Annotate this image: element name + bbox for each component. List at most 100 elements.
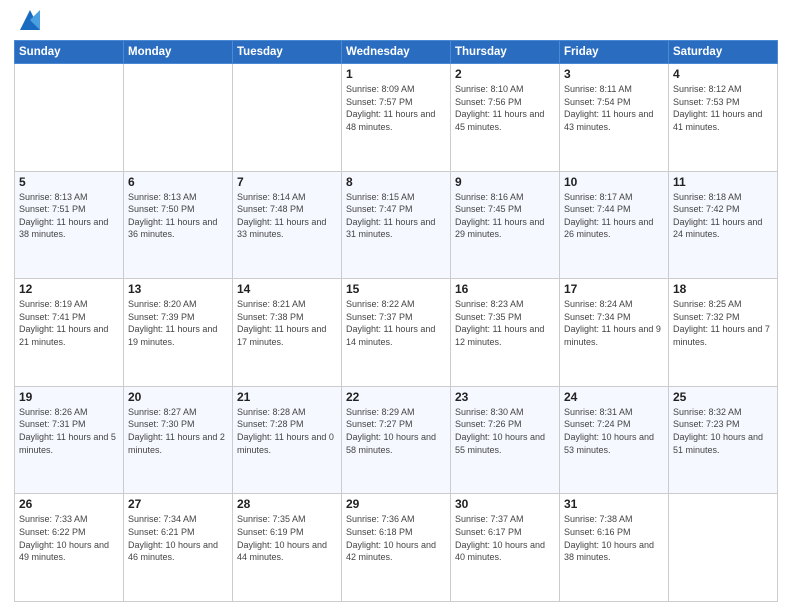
day-number: 30 bbox=[455, 497, 555, 511]
calendar-cell: 10 Sunrise: 8:17 AM Sunset: 7:44 PM Dayli… bbox=[560, 171, 669, 279]
calendar-cell: 18 Sunrise: 8:25 AM Sunset: 7:32 PM Dayli… bbox=[669, 279, 778, 387]
day-info: Sunrise: 8:18 AM Sunset: 7:42 PM Dayligh… bbox=[673, 191, 773, 241]
day-info: Sunrise: 8:24 AM Sunset: 7:34 PM Dayligh… bbox=[564, 298, 664, 348]
calendar-cell: 17Sunrise: 8:24 AM Sunset: 7:34 PM Dayli… bbox=[560, 279, 669, 387]
calendar-day-header: Sunday bbox=[15, 41, 124, 64]
day-info: Sunrise: 7:38 AM Sunset: 6:16 PM Dayligh… bbox=[564, 513, 664, 563]
calendar-cell: 1 Sunrise: 8:09 AM Sunset: 7:57 PM Daylig… bbox=[342, 64, 451, 172]
calendar-day-header: Friday bbox=[560, 41, 669, 64]
calendar-cell: 16 Sunrise: 8:23 AM Sunset: 7:35 PM Dayli… bbox=[451, 279, 560, 387]
calendar-cell bbox=[15, 64, 124, 172]
calendar-week-row: 19 Sunrise: 8:26 AM Sunset: 7:31 PM Dayli… bbox=[15, 386, 778, 494]
calendar-cell: 31 Sunrise: 7:38 AM Sunset: 6:16 PM Dayli… bbox=[560, 494, 669, 602]
day-number: 25 bbox=[673, 390, 773, 404]
calendar-cell: 5Sunrise: 8:13 AM Sunset: 7:51 PM Daylig… bbox=[15, 171, 124, 279]
calendar-cell: 8 Sunrise: 8:15 AM Sunset: 7:47 PM Daylig… bbox=[342, 171, 451, 279]
day-number: 15 bbox=[346, 282, 446, 296]
calendar-cell bbox=[233, 64, 342, 172]
day-info: Sunrise: 7:34 AM Sunset: 6:21 PM Dayligh… bbox=[128, 513, 228, 563]
day-number: 9 bbox=[455, 175, 555, 189]
day-info: Sunrise: 8:19 AM Sunset: 7:41 PM Dayligh… bbox=[19, 298, 119, 348]
day-number: 6 bbox=[128, 175, 228, 189]
day-info: Sunrise: 8:16 AM Sunset: 7:45 PM Dayligh… bbox=[455, 191, 555, 241]
calendar-cell: 7 Sunrise: 8:14 AM Sunset: 7:48 PM Daylig… bbox=[233, 171, 342, 279]
calendar-cell: 19 Sunrise: 8:26 AM Sunset: 7:31 PM Dayli… bbox=[15, 386, 124, 494]
day-number: 2 bbox=[455, 67, 555, 81]
day-info: Sunrise: 8:20 AM Sunset: 7:39 PM Dayligh… bbox=[128, 298, 228, 348]
day-info: Sunrise: 8:29 AM Sunset: 7:27 PM Dayligh… bbox=[346, 406, 446, 456]
day-number: 19 bbox=[19, 390, 119, 404]
day-number: 12 bbox=[19, 282, 119, 296]
day-number: 13 bbox=[128, 282, 228, 296]
day-info: Sunrise: 8:09 AM Sunset: 7:57 PM Dayligh… bbox=[346, 83, 446, 133]
calendar-cell: 23 Sunrise: 8:30 AM Sunset: 7:26 PM Dayli… bbox=[451, 386, 560, 494]
day-info: Sunrise: 8:14 AM Sunset: 7:48 PM Dayligh… bbox=[237, 191, 337, 241]
day-number: 28 bbox=[237, 497, 337, 511]
calendar-cell bbox=[124, 64, 233, 172]
day-info: Sunrise: 8:21 AM Sunset: 7:38 PM Dayligh… bbox=[237, 298, 337, 348]
calendar-cell: 24 Sunrise: 8:31 AM Sunset: 7:24 PM Dayli… bbox=[560, 386, 669, 494]
day-info: Sunrise: 8:26 AM Sunset: 7:31 PM Dayligh… bbox=[19, 406, 119, 456]
day-number: 10 bbox=[564, 175, 664, 189]
calendar-cell: 30 Sunrise: 7:37 AM Sunset: 6:17 PM Dayli… bbox=[451, 494, 560, 602]
day-info: Sunrise: 8:22 AM Sunset: 7:37 PM Dayligh… bbox=[346, 298, 446, 348]
day-info: Sunrise: 8:11 AM Sunset: 7:54 PM Dayligh… bbox=[564, 83, 664, 133]
calendar-cell: 11 Sunrise: 8:18 AM Sunset: 7:42 PM Dayli… bbox=[669, 171, 778, 279]
day-number: 20 bbox=[128, 390, 228, 404]
day-number: 4 bbox=[673, 67, 773, 81]
calendar-week-row: 12 Sunrise: 8:19 AM Sunset: 7:41 PM Dayli… bbox=[15, 279, 778, 387]
day-info: Sunrise: 7:35 AM Sunset: 6:19 PM Dayligh… bbox=[237, 513, 337, 563]
day-number: 23 bbox=[455, 390, 555, 404]
calendar-cell: 6Sunrise: 8:13 AM Sunset: 7:50 PM Daylig… bbox=[124, 171, 233, 279]
day-number: 16 bbox=[455, 282, 555, 296]
calendar-day-header: Saturday bbox=[669, 41, 778, 64]
day-info: Sunrise: 8:30 AM Sunset: 7:26 PM Dayligh… bbox=[455, 406, 555, 456]
day-number: 22 bbox=[346, 390, 446, 404]
calendar-cell: 4Sunrise: 8:12 AM Sunset: 7:53 PM Daylig… bbox=[669, 64, 778, 172]
day-number: 8 bbox=[346, 175, 446, 189]
logo-icon bbox=[16, 6, 44, 34]
calendar-cell: 29Sunrise: 7:36 AM Sunset: 6:18 PM Dayli… bbox=[342, 494, 451, 602]
day-info: Sunrise: 8:25 AM Sunset: 7:32 PM Dayligh… bbox=[673, 298, 773, 348]
day-number: 5 bbox=[19, 175, 119, 189]
day-info: Sunrise: 8:23 AM Sunset: 7:35 PM Dayligh… bbox=[455, 298, 555, 348]
calendar-cell: 2Sunrise: 8:10 AM Sunset: 7:56 PM Daylig… bbox=[451, 64, 560, 172]
calendar-cell bbox=[669, 494, 778, 602]
calendar-cell: 27Sunrise: 7:34 AM Sunset: 6:21 PM Dayli… bbox=[124, 494, 233, 602]
day-info: Sunrise: 8:17 AM Sunset: 7:44 PM Dayligh… bbox=[564, 191, 664, 241]
day-number: 29 bbox=[346, 497, 446, 511]
day-info: Sunrise: 8:31 AM Sunset: 7:24 PM Dayligh… bbox=[564, 406, 664, 456]
calendar-cell: 12 Sunrise: 8:19 AM Sunset: 7:41 PM Dayli… bbox=[15, 279, 124, 387]
calendar-cell: 25 Sunrise: 8:32 AM Sunset: 7:23 PM Dayli… bbox=[669, 386, 778, 494]
calendar-cell: 14Sunrise: 8:21 AM Sunset: 7:38 PM Dayli… bbox=[233, 279, 342, 387]
day-number: 26 bbox=[19, 497, 119, 511]
calendar-cell: 21Sunrise: 8:28 AM Sunset: 7:28 PM Dayli… bbox=[233, 386, 342, 494]
day-number: 3 bbox=[564, 67, 664, 81]
logo bbox=[14, 10, 44, 34]
page: SundayMondayTuesdayWednesdayThursdayFrid… bbox=[0, 0, 792, 612]
calendar-cell: 28 Sunrise: 7:35 AM Sunset: 6:19 PM Dayli… bbox=[233, 494, 342, 602]
calendar-day-header: Tuesday bbox=[233, 41, 342, 64]
calendar-week-row: 26 Sunrise: 7:33 AM Sunset: 6:22 PM Dayli… bbox=[15, 494, 778, 602]
calendar-cell: 22 Sunrise: 8:29 AM Sunset: 7:27 PM Dayli… bbox=[342, 386, 451, 494]
calendar-week-row: 5Sunrise: 8:13 AM Sunset: 7:51 PM Daylig… bbox=[15, 171, 778, 279]
calendar-cell: 9 Sunrise: 8:16 AM Sunset: 7:45 PM Daylig… bbox=[451, 171, 560, 279]
day-number: 11 bbox=[673, 175, 773, 189]
calendar-header-row: SundayMondayTuesdayWednesdayThursdayFrid… bbox=[15, 41, 778, 64]
calendar-cell: 15 Sunrise: 8:22 AM Sunset: 7:37 PM Dayli… bbox=[342, 279, 451, 387]
day-number: 18 bbox=[673, 282, 773, 296]
calendar-table: SundayMondayTuesdayWednesdayThursdayFrid… bbox=[14, 40, 778, 602]
day-info: Sunrise: 7:33 AM Sunset: 6:22 PM Dayligh… bbox=[19, 513, 119, 563]
day-number: 24 bbox=[564, 390, 664, 404]
day-number: 7 bbox=[237, 175, 337, 189]
calendar-cell: 3 Sunrise: 8:11 AM Sunset: 7:54 PM Daylig… bbox=[560, 64, 669, 172]
day-info: Sunrise: 8:32 AM Sunset: 7:23 PM Dayligh… bbox=[673, 406, 773, 456]
calendar-day-header: Wednesday bbox=[342, 41, 451, 64]
calendar-day-header: Monday bbox=[124, 41, 233, 64]
calendar-cell: 13 Sunrise: 8:20 AM Sunset: 7:39 PM Dayli… bbox=[124, 279, 233, 387]
day-number: 1 bbox=[346, 67, 446, 81]
day-info: Sunrise: 8:27 AM Sunset: 7:30 PM Dayligh… bbox=[128, 406, 228, 456]
day-number: 31 bbox=[564, 497, 664, 511]
day-info: Sunrise: 7:37 AM Sunset: 6:17 PM Dayligh… bbox=[455, 513, 555, 563]
day-info: Sunrise: 8:15 AM Sunset: 7:47 PM Dayligh… bbox=[346, 191, 446, 241]
